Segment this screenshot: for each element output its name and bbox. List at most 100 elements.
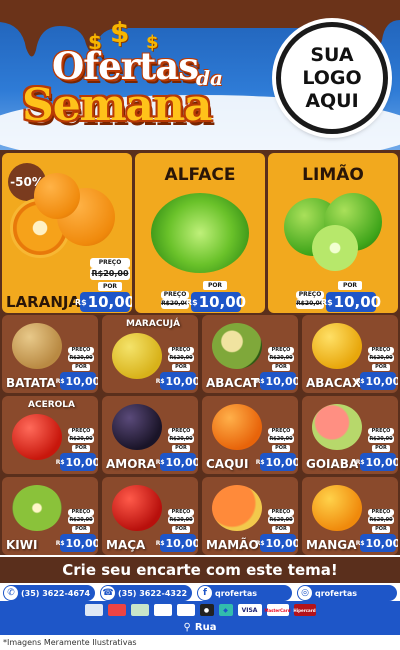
product-card: BATATA PREÇO R$20,00 POR R$ 10,00 [2, 315, 98, 393]
old-price: R$20,00 [68, 435, 94, 443]
card-icon [107, 604, 126, 616]
old-price: R$20,00 [368, 516, 394, 524]
preco-label: PREÇO [168, 509, 194, 516]
logo-line: SUA [310, 43, 354, 66]
price-box: R$ 10,00 [56, 453, 99, 471]
por-label: POR [372, 364, 390, 371]
old-price: R$20,00 [368, 435, 394, 443]
preco-label: PREÇO [368, 428, 394, 435]
product-name: LARANJA [6, 293, 81, 311]
price-value: 10,00 [87, 293, 132, 311]
currency: R$ [55, 539, 65, 547]
instagram-handle: qrofertas [315, 588, 358, 598]
por-label: POR [172, 364, 190, 371]
preco-label: PREÇO [68, 428, 94, 435]
price-value: 10,00 [265, 374, 299, 388]
price-value: 10,00 [65, 536, 99, 550]
old-price: R$20,00 [68, 354, 94, 362]
preco-label: PREÇO [168, 347, 194, 354]
contacts-bar: ✆ (35) 3622-4674 ☎ (35) 3622-4322 f qrof… [0, 583, 400, 601]
whatsapp-icon: ✆ [4, 586, 18, 600]
orange-image [34, 173, 80, 219]
currency: R$ [355, 458, 365, 466]
instagram-contact[interactable]: ◎ qrofertas [297, 585, 397, 601]
product-card: ABACAXI PREÇO R$20,00 POR R$ 10,00 [302, 315, 398, 393]
product-card: CAQUI PREÇO R$20,00 POR R$ 10,00 [202, 396, 298, 474]
address-bar: ⚲ Rua [0, 619, 400, 635]
product-name: KIWI [6, 538, 38, 552]
product-name: MANGA [306, 538, 357, 552]
phone-contact[interactable]: ☎ (35) 3622-4322 [100, 585, 192, 601]
instagram-icon: ◎ [298, 586, 312, 600]
product-name: CAQUI [206, 457, 249, 471]
card-icon [176, 604, 195, 616]
por-label: POR [272, 445, 290, 452]
header-banner: $ $ $ Ofertas da Semana SUA LOGO AQUI [0, 0, 400, 150]
passion-fruit-image [112, 333, 162, 379]
facebook-handle: qrofertas [215, 588, 258, 598]
por-label: POR [72, 364, 90, 371]
elo-icon: ● [199, 604, 214, 616]
whatsapp-number: (35) 3622-4674 [21, 588, 91, 598]
currency: R$ [185, 297, 198, 307]
price-value: 10,00 [165, 455, 199, 469]
price-value: 10,00 [165, 374, 199, 388]
old-price: R$20,00 [268, 354, 294, 362]
location-pin-icon: ⚲ [183, 621, 191, 633]
old-price: R$20,00 [268, 435, 294, 443]
card-icon [153, 604, 172, 616]
price-value: 10,00 [365, 536, 399, 550]
featured-card-laranja: -50% LARANJA PREÇO R$20,00 POR R$ 10,00 [2, 153, 132, 313]
currency: R$ [255, 377, 265, 385]
product-name: ACEROLA [28, 400, 75, 410]
por-label: POR [272, 526, 290, 533]
potato-image [12, 323, 62, 369]
pineapple-image [312, 323, 362, 369]
price-value: 10,00 [265, 455, 299, 469]
whatsapp-contact[interactable]: ✆ (35) 3622-4674 [3, 585, 95, 601]
product-name: GOIABA [306, 457, 359, 471]
por-label: POR [72, 445, 90, 452]
preco-label: PREÇO [268, 509, 294, 516]
por-label: POR [172, 526, 190, 533]
product-card: MAÇA PREÇO R$20,00 POR R$ 10,00 [102, 477, 198, 555]
mastercard-logo: MasterCard [264, 604, 291, 616]
title-semana: Semana [22, 80, 212, 131]
preco-label: PREÇO [368, 347, 394, 354]
lettuce-image [151, 193, 249, 273]
cash-icon [130, 604, 149, 616]
guava-image [312, 404, 362, 450]
preco-label: PREÇO [90, 258, 130, 268]
product-card: GOIABA PREÇO R$20,00 POR R$ 10,00 [302, 396, 398, 474]
persimmon-image [212, 404, 262, 450]
por-label: POR [272, 364, 290, 371]
mango-image [312, 485, 362, 531]
currency: R$ [55, 458, 65, 466]
price-box: R$ 10,00 [356, 372, 398, 390]
preco-label: PREÇO [68, 347, 94, 354]
cta-banner[interactable]: Crie seu encarte com este tema! [0, 557, 400, 583]
apple-image [112, 485, 162, 531]
currency: R$ [355, 539, 365, 547]
product-card: ACEROLA PREÇO R$20,00 POR R$ 10,00 [2, 396, 98, 474]
currency: R$ [255, 539, 265, 547]
price-box: R$ 10,00 [156, 534, 199, 552]
price-box: R$ 10,00 [186, 292, 246, 312]
price-box: R$ 10,00 [56, 534, 99, 552]
por-label: POR [372, 445, 390, 452]
lime-slice-image [312, 225, 358, 271]
acerola-image [12, 414, 62, 460]
product-name: BATATA [6, 376, 56, 390]
product-card: MARACUJÁ PREÇO R$20,00 POR R$ 10,00 [102, 315, 198, 393]
hipercard-logo: Hipercard [293, 604, 316, 616]
payment-methods-bar: ● ◆ VISA MasterCard Hipercard [0, 601, 400, 619]
price-value: 10,00 [65, 455, 99, 469]
price-value: 10,00 [165, 536, 199, 550]
old-price: R$20,00 [168, 435, 194, 443]
visa-logo: VISA [237, 604, 262, 616]
phone-number: (35) 3622-4322 [118, 588, 188, 598]
product-card: MANGA PREÇO R$20,00 POR R$ 10,00 [302, 477, 398, 555]
currency: R$ [55, 377, 65, 385]
facebook-contact[interactable]: f qrofertas [197, 585, 292, 601]
disclaimer-text: *Imagens Meramente Ilustrativas [3, 638, 137, 647]
